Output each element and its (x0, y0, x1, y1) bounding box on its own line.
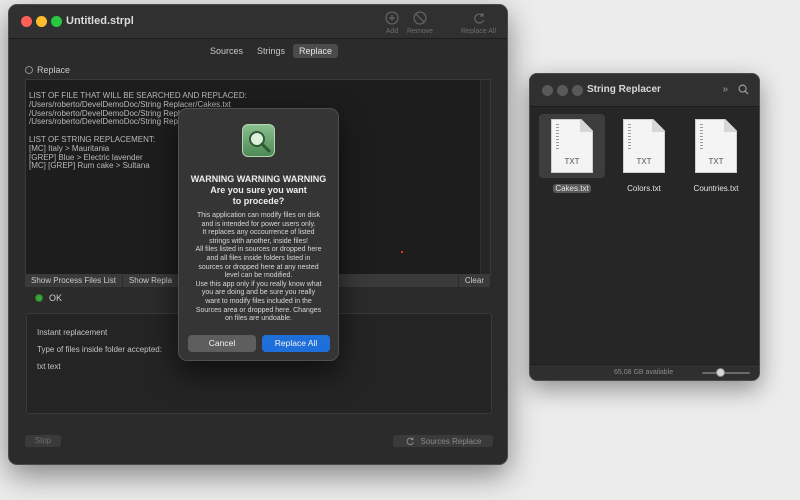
minimize-window-button[interactable] (36, 16, 47, 27)
available-space: 65,08 GB available (614, 369, 674, 376)
dialog-title: WARNING WARNING WARNING Are you sure you… (190, 174, 327, 206)
app-magnifier-icon (242, 124, 275, 157)
status-dot-icon (35, 294, 43, 302)
search-icon[interactable] (738, 84, 749, 95)
finder-status-bar: 65,08 GB available (530, 364, 759, 380)
text-document-icon: TXT (623, 119, 665, 173)
tab-strings[interactable]: Strings (251, 44, 291, 58)
file-extension: TXT (564, 157, 580, 166)
tab-bar: Sources Strings Replace (204, 44, 339, 58)
magnifier-icon (249, 131, 271, 153)
file-icon-wrap: TXT (539, 114, 605, 178)
sources-replace-label: Sources Replace (420, 436, 482, 446)
remove-button[interactable]: Remove (407, 11, 433, 35)
file-types-value[interactable]: txt text (37, 362, 61, 371)
replace-all-toolbar-label: Replace All (461, 28, 497, 35)
page-fold (724, 120, 736, 132)
file-icon-wrap: TXT (683, 114, 749, 178)
show-process-files-button[interactable]: Show Process Files List (25, 275, 123, 287)
remove-label: Remove (407, 28, 434, 35)
clear-button[interactable]: Clear (457, 275, 491, 287)
file-extension: TXT (708, 157, 724, 166)
finder-toolbar: » (722, 84, 749, 95)
log-scrollbar[interactable] (480, 80, 490, 274)
log-marker (401, 251, 403, 253)
cancel-button[interactable]: Cancel (188, 335, 256, 352)
stop-button[interactable]: Stop (25, 435, 61, 447)
finder-title: String Replacer (587, 84, 661, 95)
sources-replace-button[interactable]: Sources Replace (393, 435, 493, 447)
add-button[interactable]: Add (385, 11, 399, 35)
tab-replace[interactable]: Replace (293, 44, 339, 58)
add-label: Add (385, 28, 399, 35)
replace-section-label: Replace (37, 65, 71, 75)
file-types-label: Type of files inside folder accepted: (37, 345, 162, 354)
replace-all-toolbar-button[interactable]: Replace All (461, 11, 496, 35)
replace-all-button[interactable]: Replace All (262, 335, 330, 352)
replace-section-header: Replace (25, 65, 70, 75)
text-document-icon: TXT (551, 119, 593, 173)
finder-title-bar: String Replacer » (530, 74, 759, 107)
finder-minimize-button[interactable] (557, 85, 568, 96)
file-item-cakes[interactable]: TXT Cakes.txt (538, 114, 606, 194)
file-name: Cakes.txt (553, 184, 591, 193)
page-fold (580, 120, 592, 132)
refresh-icon (406, 437, 414, 446)
replace-radio[interactable] (25, 66, 33, 74)
file-name: Countries.txt (693, 184, 739, 193)
finder-close-button[interactable] (542, 85, 553, 96)
finder-zoom-button[interactable] (572, 85, 583, 96)
text-document-icon: TXT (695, 119, 737, 173)
file-name: Colors.txt (627, 184, 661, 193)
warning-dialog: WARNING WARNING WARNING Are you sure you… (178, 108, 339, 361)
title-bar: Untitled.strpl Add Remove Replace All (9, 5, 507, 39)
page-fold (652, 120, 664, 132)
file-icon-wrap: TXT (611, 114, 677, 178)
remove-icon (413, 11, 427, 25)
zoom-window-button[interactable] (51, 16, 62, 27)
instant-replacement-label[interactable]: Instant replacement (37, 328, 107, 337)
dialog-message: This application can modify files on dis… (195, 212, 322, 323)
icon-size-slider-knob[interactable] (716, 368, 725, 377)
status-text: OK (49, 293, 63, 303)
finder-window: String Replacer » TXT Cakes.txt TXT Colo… (529, 73, 760, 381)
status-line: OK (35, 293, 62, 303)
icon-size-slider[interactable] (702, 372, 750, 374)
file-item-colors[interactable]: TXT Colors.txt (610, 114, 678, 194)
file-extension: TXT (636, 157, 652, 166)
add-icon (385, 11, 399, 25)
tab-sources[interactable]: Sources (204, 44, 249, 58)
file-item-countries[interactable]: TXT Countries.txt (682, 114, 750, 194)
window-title: Untitled.strpl (66, 15, 134, 27)
refresh-icon (473, 13, 484, 24)
close-window-button[interactable] (21, 16, 32, 27)
chevron-double-right-icon[interactable]: » (722, 84, 728, 95)
show-replace-button[interactable]: Show Repla (123, 275, 180, 287)
